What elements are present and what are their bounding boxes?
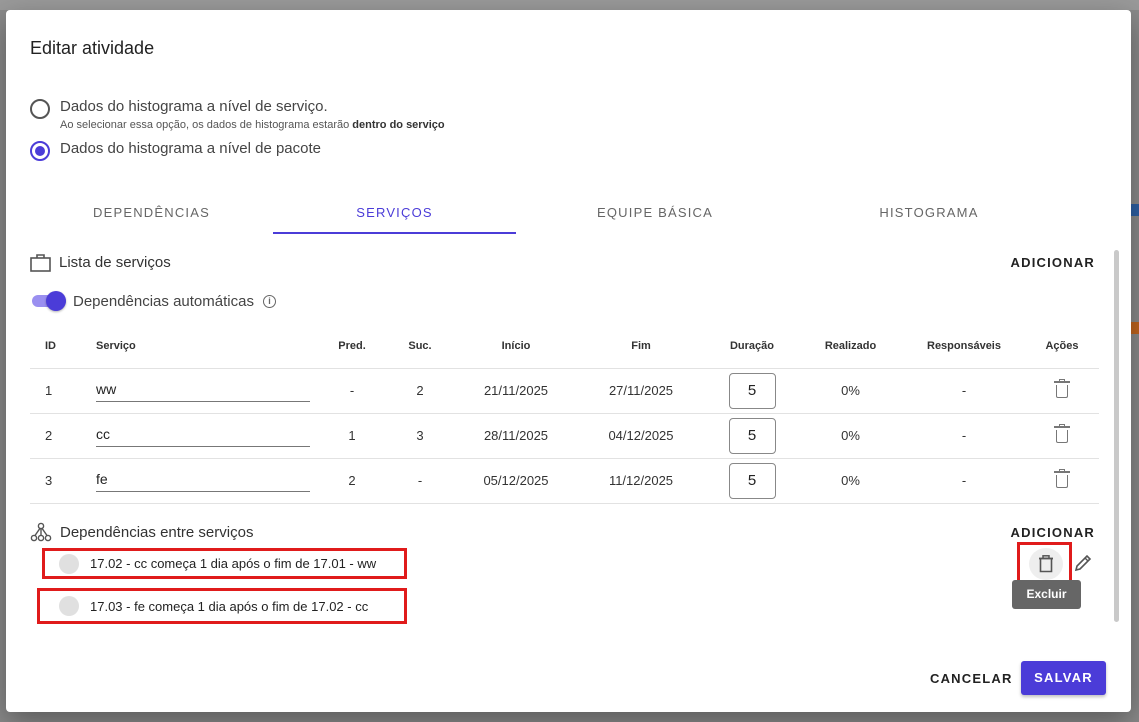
tab-bar: DEPENDÊNCIAS SERVIÇOS EQUIPE BÁSICA HIST… — [30, 192, 1105, 234]
service-name-input[interactable]: ww — [96, 379, 310, 402]
cell-end: 04/12/2025 — [576, 413, 706, 459]
radio-package-level[interactable]: Dados do histograma a nível de pacote — [30, 140, 321, 161]
tab-servicos[interactable]: SERVIÇOS — [273, 192, 516, 234]
cell-start: 28/11/2025 — [456, 413, 576, 459]
cell-done: 0% — [798, 458, 903, 504]
auto-dependencies-label: Dependências automáticas — [73, 292, 254, 310]
col-header-duracao: Duração — [706, 324, 798, 369]
radio-button-service-level[interactable] — [30, 99, 50, 119]
col-header-servico: Serviço — [80, 324, 320, 369]
delete-row-icon[interactable] — [1054, 378, 1070, 398]
cell-done: 0% — [798, 368, 903, 414]
tab-dependencias[interactable]: DEPENDÊNCIAS — [30, 192, 273, 234]
cell-done: 0% — [798, 413, 903, 459]
col-header-fim: Fim — [576, 324, 706, 369]
dependency-text: 17.03 - fe começa 1 dia após o fim de 17… — [90, 598, 369, 614]
dependency-select-radio[interactable] — [59, 596, 79, 616]
services-title: Lista de serviços — [59, 254, 171, 271]
col-header-realizado: Realizado — [798, 324, 903, 369]
service-name-input[interactable]: cc — [96, 424, 310, 447]
cell-id: 3 — [30, 458, 80, 504]
delete-tooltip: Excluir — [1012, 580, 1081, 609]
backdrop-header — [0, 0, 1139, 10]
col-header-pred: Pred. — [320, 324, 384, 369]
add-dependency-button[interactable]: ADICIONAR — [1011, 525, 1095, 540]
dependency-item[interactable]: 17.03 - fe começa 1 dia após o fim de 17… — [37, 588, 407, 624]
table-row: 1 ww - 2 21/11/2025 27/11/2025 5 0% - — [30, 368, 1099, 414]
cell-owners: - — [903, 458, 1025, 504]
cell-suc: 2 — [384, 368, 456, 414]
auto-dependencies-toggle[interactable] — [32, 290, 66, 312]
radio-service-level[interactable]: Dados do histograma a nível de serviço. … — [30, 98, 445, 131]
duration-input[interactable]: 5 — [728, 417, 776, 454]
dependency-select-radio[interactable] — [59, 553, 79, 574]
backdrop-bar-blue — [1131, 204, 1139, 216]
service-name-input[interactable]: fe — [96, 469, 310, 492]
cell-pred: 2 — [320, 458, 384, 504]
cell-pred: 1 — [320, 413, 384, 459]
cell-pred: - — [320, 368, 384, 414]
add-service-button[interactable]: ADICIONAR — [1011, 255, 1095, 270]
cell-end: 11/12/2025 — [576, 458, 706, 504]
cell-start: 21/11/2025 — [456, 368, 576, 414]
cell-suc: - — [384, 458, 456, 504]
services-section-header: Lista de serviços — [30, 253, 171, 272]
cancel-button[interactable]: CANCELAR — [930, 671, 1013, 686]
cell-start: 05/12/2025 — [456, 458, 576, 504]
content-scrollbar[interactable] — [1114, 250, 1119, 622]
dependency-text: 17.02 - cc começa 1 dia após o fim de 17… — [90, 556, 377, 571]
cell-owners: - — [903, 368, 1025, 414]
duration-input[interactable]: 5 — [728, 372, 776, 409]
edit-activity-dialog: Editar atividade Dados do histograma a n… — [6, 10, 1131, 712]
delete-row-icon[interactable] — [1054, 423, 1070, 443]
table-header-row: ID Serviço Pred. Suc. Início Fim Duração… — [30, 324, 1099, 369]
col-header-responsaveis: Responsáveis — [903, 324, 1025, 369]
duration-input[interactable]: 5 — [728, 462, 776, 499]
briefcase-icon — [30, 254, 51, 272]
radio-service-level-label: Dados do histograma a nível de serviço. — [60, 98, 328, 115]
col-header-acoes: Ações — [1025, 324, 1099, 369]
auto-dependencies-row: Dependências automáticas i — [32, 290, 276, 312]
save-button[interactable]: SALVAR — [1021, 661, 1106, 695]
radio-service-level-help: Ao selecionar essa opção, os dados de hi… — [60, 119, 445, 131]
backdrop-bar-orange — [1131, 322, 1139, 334]
services-table: ID Serviço Pred. Suc. Início Fim Duração… — [30, 324, 1099, 504]
edit-pencil-icon[interactable] — [1073, 553, 1093, 573]
cell-id: 1 — [30, 368, 80, 414]
tab-histograma[interactable]: HISTOGRAMA — [794, 192, 1064, 234]
tab-equipe-basica[interactable]: EQUIPE BÁSICA — [516, 192, 794, 234]
radio-button-package-level[interactable] — [30, 141, 50, 161]
table-row: 2 cc 1 3 28/11/2025 04/12/2025 5 0% - — [30, 413, 1099, 459]
delete-dependency-button[interactable] — [1017, 542, 1072, 585]
cell-id: 2 — [30, 413, 80, 459]
cell-end: 27/11/2025 — [576, 368, 706, 414]
cell-owners: - — [903, 413, 1025, 459]
dependencies-section-header: Dependências entre serviços — [30, 522, 253, 542]
dialog-title: Editar atividade — [30, 38, 155, 58]
delete-row-icon[interactable] — [1054, 468, 1070, 488]
dependency-item[interactable]: 17.02 - cc começa 1 dia após o fim de 17… — [42, 548, 407, 579]
col-header-id: ID — [30, 324, 80, 369]
trash-icon — [1039, 555, 1053, 573]
cell-suc: 3 — [384, 413, 456, 459]
table-row: 3 fe 2 - 05/12/2025 11/12/2025 5 0% - — [30, 458, 1099, 504]
hierarchy-icon — [30, 522, 52, 542]
col-header-inicio: Início — [456, 324, 576, 369]
info-icon[interactable]: i — [262, 294, 276, 308]
dependencies-title: Dependências entre serviços — [60, 523, 254, 541]
radio-package-level-label: Dados do histograma a nível de pacote — [60, 140, 321, 157]
col-header-suc: Suc. — [384, 324, 456, 369]
